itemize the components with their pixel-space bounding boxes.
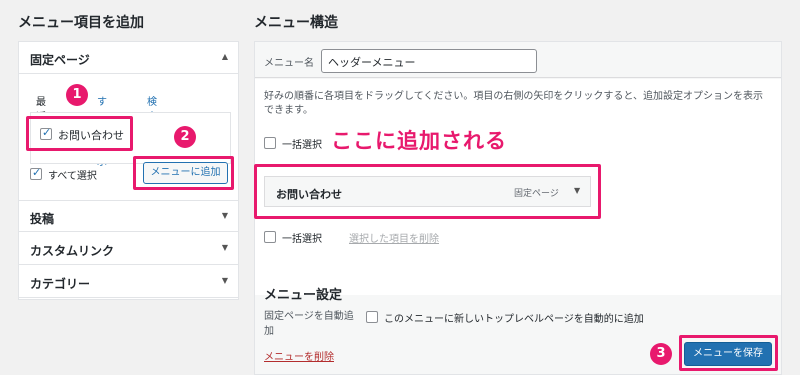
posts-section-header[interactable]: 投稿 ▼ — [19, 200, 238, 232]
delete-menu-link[interactable]: メニューを削除 — [264, 348, 334, 363]
auto-add-label: 固定ページを自動追加 — [264, 311, 354, 337]
bulk-select-label-bottom: 一括選択 — [282, 234, 322, 245]
delete-selected-link[interactable]: 選択した項目を削除 — [349, 230, 439, 245]
categories-section-header[interactable]: カテゴリー ▼ — [19, 266, 238, 298]
posts-section-title: 投稿 — [30, 212, 55, 226]
instructions-text: 好みの順番に各項目をドラッグしてください。項目の右側の矢印をクリックすると、追加… — [264, 91, 763, 116]
select-all-label: すべて選択 — [48, 171, 97, 182]
added-here-callout: ここに追加される — [331, 129, 507, 153]
add-menu-items-heading: メニュー項目を追加 — [18, 15, 144, 31]
custom-links-section-title: カスタムリンク — [30, 244, 115, 258]
step-2-badge: 2 — [174, 126, 196, 148]
expand-arrow-icon: ▼ — [221, 211, 228, 220]
highlight-added-item — [254, 164, 601, 219]
menu-name-bar: メニュー名 ヘッダーメニュー — [255, 42, 781, 78]
bulk-select-label-top: 一括選択 — [282, 140, 322, 151]
highlight-save-button — [679, 335, 778, 371]
menu-name-input[interactable]: ヘッダーメニュー — [321, 49, 537, 73]
step-1-badge: 1 — [66, 84, 88, 106]
highlight-contact-item — [26, 116, 133, 151]
expand-arrow-icon: ▼ — [221, 276, 228, 285]
pages-section-title: 固定ページ — [30, 53, 90, 67]
highlight-add-button — [133, 156, 234, 190]
pages-section-header[interactable]: 固定ページ ▲ — [19, 42, 238, 74]
expand-arrow-icon: ▼ — [221, 243, 228, 252]
collapse-arrow-icon: ▲ — [221, 52, 228, 61]
custom-links-section-header[interactable]: カスタムリンク ▼ — [19, 233, 238, 265]
step-3-badge: 3 — [650, 343, 672, 365]
auto-add-option-label: このメニューに新しいトップレベルページを自動的に追加 — [384, 314, 644, 325]
categories-section-title: カテゴリー — [30, 277, 91, 291]
menu-settings-heading: メニュー設定 — [264, 288, 343, 303]
auto-add-checkbox[interactable] — [366, 311, 378, 323]
select-all-checkbox[interactable] — [30, 166, 42, 180]
menu-structure-heading: メニュー構造 — [254, 15, 338, 31]
bulk-select-checkbox-bottom[interactable] — [264, 231, 276, 243]
menu-name-label: メニュー名 — [264, 58, 314, 69]
bulk-select-checkbox-top[interactable] — [264, 137, 276, 149]
